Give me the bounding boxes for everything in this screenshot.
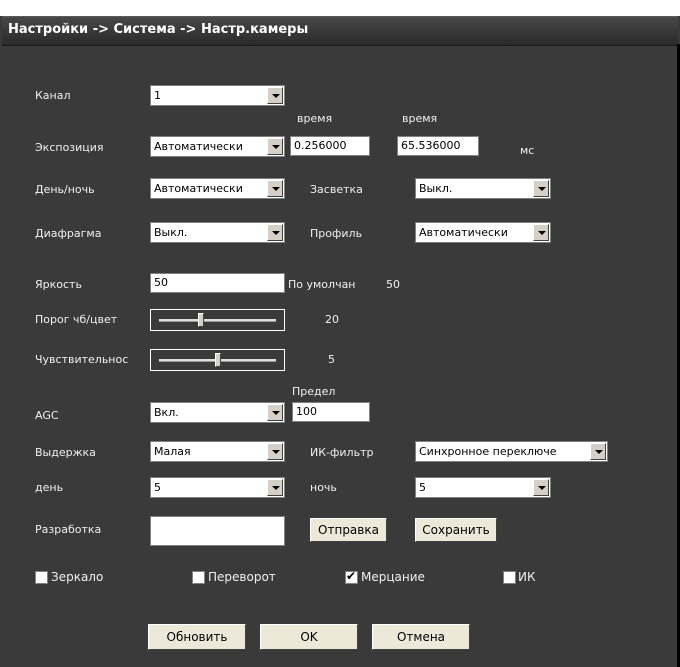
dev-label: Разработка (35, 523, 102, 536)
exposure-max-input[interactable]: 65.536000 (397, 136, 479, 156)
chevron-down-icon[interactable] (267, 404, 283, 421)
time-min-label: время (297, 112, 333, 125)
iris-label: Диафрагма (35, 227, 102, 240)
chevron-down-icon[interactable] (267, 180, 283, 197)
bw-threshold-label: Порог чб/цвет (35, 313, 118, 326)
channel-label: Канал (35, 89, 71, 102)
shutter-select[interactable]: Малая (150, 441, 285, 462)
time-max-label: время (402, 112, 438, 125)
ir-label: ИК (518, 570, 536, 584)
top-strip (0, 0, 680, 16)
exposure-value: Автоматически (154, 140, 243, 153)
flip-checkbox[interactable] (192, 571, 205, 584)
brightness-label: Яркость (35, 278, 82, 291)
cancel-button[interactable]: Отмена (372, 624, 470, 650)
chevron-down-icon[interactable] (590, 443, 606, 460)
exposure-min-input[interactable]: 0.256000 (290, 136, 370, 156)
day-value: 5 (154, 481, 161, 494)
brightness-input[interactable]: 50 (150, 273, 285, 293)
agc-limit-label: Предел (292, 385, 336, 398)
window-title: Настройки -> Система -> Настр.камеры (8, 22, 309, 37)
chevron-down-icon[interactable] (267, 138, 283, 155)
dev-input[interactable] (150, 516, 285, 546)
bw-threshold-slider[interactable] (150, 309, 285, 331)
ir-checkbox[interactable] (503, 571, 516, 584)
exposure-select[interactable]: Автоматически (150, 136, 285, 157)
chevron-down-icon[interactable] (267, 87, 283, 104)
agc-label: AGC (35, 409, 59, 422)
slider-thumb[interactable] (214, 353, 221, 367)
backlight-value: Выкл. (419, 182, 453, 195)
flicker-label: Мерцание (361, 570, 425, 584)
agc-value: Вкл. (154, 406, 179, 419)
chevron-down-icon[interactable] (533, 180, 549, 197)
iris-select[interactable]: Выкл. (150, 222, 285, 243)
slider-thumb[interactable] (197, 313, 204, 327)
shutter-value: Малая (154, 445, 191, 458)
refresh-button[interactable]: Обновить (148, 624, 246, 650)
backlight-label: Засветка (310, 183, 363, 196)
ir-filter-value: Синхронное переключе (419, 445, 557, 458)
chevron-down-icon[interactable] (533, 224, 549, 241)
save-button[interactable]: Сохранить (415, 518, 497, 542)
send-button[interactable]: Отправка (310, 518, 387, 542)
mirror-checkbox[interactable] (35, 571, 48, 584)
channel-value: 1 (154, 89, 161, 102)
night-select[interactable]: 5 (415, 477, 551, 498)
daynight-value: Автоматически (154, 182, 243, 195)
chevron-down-icon[interactable] (267, 224, 283, 241)
sensitivity-label: Чувствительнос (35, 353, 129, 366)
day-select[interactable]: 5 (150, 477, 285, 498)
sensitivity-slider[interactable] (150, 349, 285, 371)
chevron-down-icon[interactable] (267, 443, 283, 460)
exposure-label: Экспозиция (35, 141, 104, 154)
default-label: По умолчан (288, 278, 356, 291)
profile-select[interactable]: Автоматически (415, 222, 551, 243)
channel-select[interactable]: 1 (150, 85, 285, 106)
daynight-label: День/ночь (35, 183, 95, 196)
bw-threshold-value: 20 (325, 313, 339, 326)
title-bar: Настройки -> Система -> Настр.камеры (2, 16, 678, 46)
default-value: 50 (386, 278, 400, 291)
iris-value: Выкл. (154, 226, 188, 239)
night-label: ночь (310, 481, 337, 494)
flicker-checkbox[interactable] (345, 569, 358, 584)
agc-select[interactable]: Вкл. (150, 402, 285, 423)
night-value: 5 (419, 481, 426, 494)
day-label: день (35, 481, 64, 494)
ir-filter-label: ИК-фильтр (310, 446, 374, 459)
ok-button[interactable]: OK (260, 624, 358, 650)
shutter-label: Выдержка (35, 446, 96, 459)
mirror-label: Зеркало (51, 570, 104, 584)
ir-filter-select[interactable]: Синхронное переключе (415, 441, 608, 462)
profile-value: Автоматически (419, 226, 508, 239)
flip-label: Переворот (208, 570, 276, 584)
sensitivity-value: 5 (328, 353, 335, 366)
profile-label: Профиль (310, 227, 363, 240)
daynight-select[interactable]: Автоматически (150, 178, 285, 199)
agc-limit-input[interactable]: 100 (292, 402, 370, 422)
chevron-down-icon[interactable] (533, 479, 549, 496)
backlight-select[interactable]: Выкл. (415, 178, 551, 199)
ms-unit-label: мс (520, 144, 535, 157)
slider-track (159, 319, 276, 322)
chevron-down-icon[interactable] (267, 479, 283, 496)
